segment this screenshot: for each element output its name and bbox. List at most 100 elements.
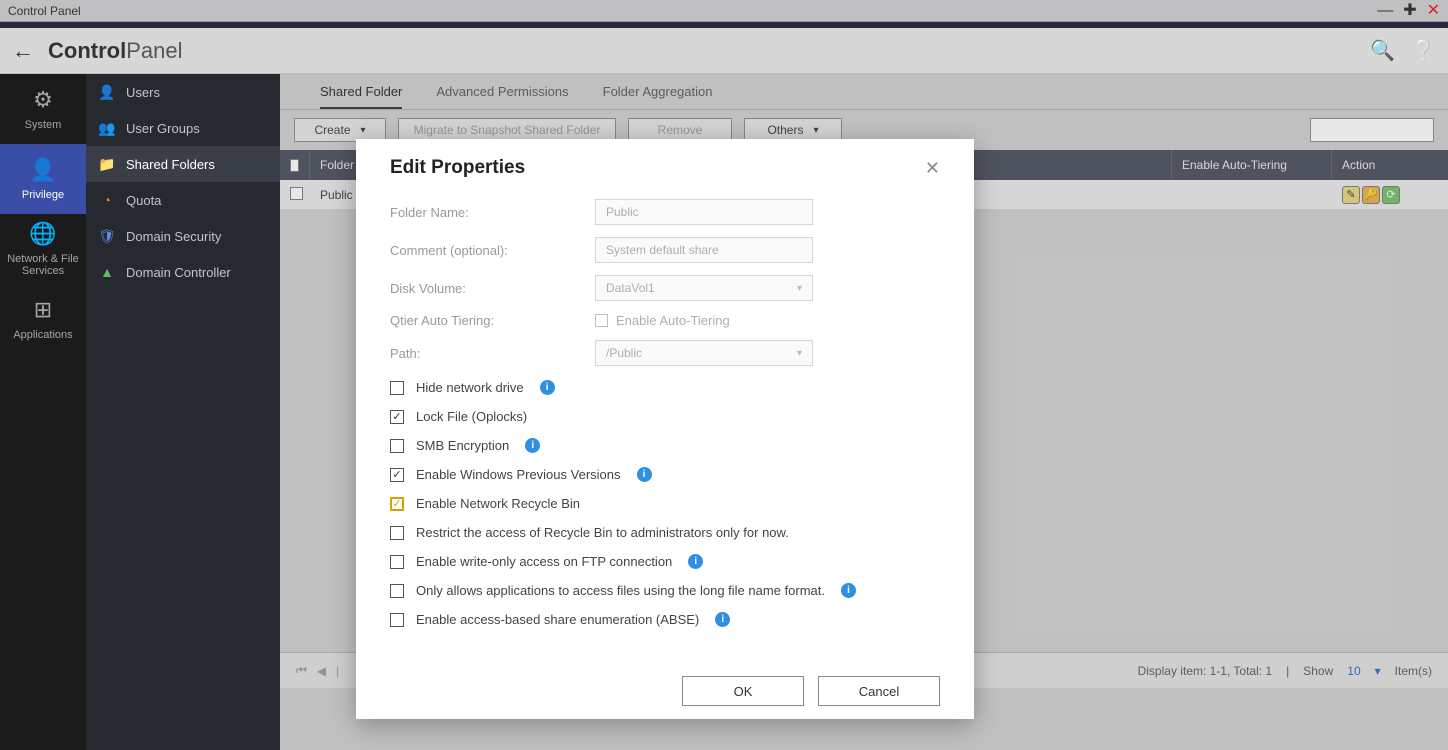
sidebar-item-quota[interactable]: ◔ Quota [86, 182, 280, 218]
option-label: Enable Network Recycle Bin [416, 496, 580, 511]
info-icon[interactable]: i [841, 583, 856, 598]
sidebar-item-domain-controller[interactable]: ▲ Domain Controller [86, 254, 280, 290]
info-icon[interactable]: i [715, 612, 730, 627]
checkbox[interactable] [390, 555, 404, 569]
footer-right: Display item: 1-1, Total: 1 | Show 10 ▾ … [1138, 664, 1432, 678]
sidebar-item-user-groups[interactable]: 👥 User Groups [86, 110, 280, 146]
th-checkbox[interactable] [280, 150, 310, 180]
checkbox[interactable] [390, 381, 404, 395]
row-actions: ✎ 🔑 ⟳ [1332, 186, 1448, 204]
option-row[interactable]: Hide network drive i [390, 380, 940, 395]
option-row[interactable]: Lock File (Oplocks) [390, 409, 940, 424]
maximize-icon[interactable]: ✚ [1403, 3, 1416, 19]
gear-icon: ⚙ [33, 87, 53, 113]
option-row[interactable]: Enable access-based share enumeration (A… [390, 612, 940, 627]
option-row[interactable]: Enable Network Recycle Bin [390, 496, 940, 511]
search-icon[interactable]: 🔍 [1370, 38, 1395, 63]
app-header: ← ControlPanel 🔍 ❔ [0, 28, 1448, 74]
header-right: 🔍 ❔ [1370, 38, 1436, 63]
edit-icon[interactable]: ✎ [1342, 186, 1360, 204]
app-title-bold: Control [48, 38, 126, 63]
rail-privilege[interactable]: 👤 Privilege [0, 144, 86, 214]
checkbox[interactable] [390, 613, 404, 627]
app-title-light: Panel [126, 38, 182, 63]
globe-icon: 🌐 [29, 221, 56, 247]
close-icon[interactable]: ✕ [925, 158, 940, 179]
sidebar-item-shared-folders[interactable]: 📁 Shared Folders [86, 146, 280, 182]
option-row[interactable]: Only allows applications to access files… [390, 583, 940, 598]
checkbox[interactable] [595, 314, 608, 327]
items-label: Item(s) [1395, 664, 1432, 678]
prev-page-icon[interactable]: ◀ [317, 664, 326, 678]
permissions-icon[interactable]: 🔑 [1362, 186, 1380, 204]
qtier-checkbox-row[interactable]: Enable Auto-Tiering [595, 313, 730, 328]
ok-button[interactable]: OK [682, 676, 804, 706]
sidebar-item-domain-security[interactable]: 🛡 Domain Security [86, 218, 280, 254]
window-title: Control Panel [8, 4, 81, 18]
help-icon[interactable]: ❔ [1411, 38, 1436, 63]
back-arrow-icon[interactable]: ← [12, 38, 34, 64]
tab-advanced-permissions[interactable]: Advanced Permissions [436, 84, 568, 109]
search-input[interactable] [1311, 123, 1448, 137]
display-count: Display item: 1-1, Total: 1 [1138, 664, 1273, 678]
option-label: Hide network drive [416, 380, 524, 395]
rail-label: System [25, 119, 62, 131]
rail-applications[interactable]: ⊞ Applications [0, 284, 86, 354]
sidebar-item-users[interactable]: 👤 Users [86, 74, 280, 110]
option-row[interactable]: Enable write-only access on FTP connecti… [390, 554, 940, 569]
option-row[interactable]: Enable Windows Previous Versionsi [390, 467, 940, 482]
info-icon[interactable]: i [637, 467, 652, 482]
th-action: Action [1332, 150, 1448, 180]
qtier-label: Qtier Auto Tiering: [390, 313, 595, 328]
checkbox[interactable] [290, 159, 299, 172]
folder-name-label: Folder Name: [390, 205, 595, 220]
option-row[interactable]: SMB Encryptioni [390, 438, 940, 453]
sidebar-item-label: Quota [126, 193, 161, 208]
pager: ⏮ ◀ | [296, 663, 339, 678]
option-label: Only allows applications to access files… [416, 583, 825, 598]
option-label: Lock File (Oplocks) [416, 409, 527, 424]
minimize-icon[interactable]: — [1377, 3, 1393, 19]
window-titlebar: Control Panel — ✚ ✕ [0, 0, 1448, 22]
comment-input[interactable]: System default share [595, 237, 813, 263]
tower-icon: ▲ [98, 263, 116, 281]
rail-label: Applications [13, 329, 72, 341]
checkbox[interactable] [390, 410, 404, 424]
checkbox[interactable] [390, 497, 404, 511]
first-page-icon[interactable]: ⏮ [296, 663, 307, 678]
info-icon[interactable]: i [688, 554, 703, 569]
sidebar: 👤 Users 👥 User Groups 📁 Shared Folders ◔… [86, 74, 280, 750]
modal-title: Edit Properties [390, 157, 525, 179]
tab-folder-aggregation[interactable]: Folder Aggregation [603, 84, 713, 109]
info-icon[interactable]: i [525, 438, 540, 453]
tab-shared-folder[interactable]: Shared Folder [320, 84, 402, 109]
folder-icon: 📁 [98, 155, 116, 173]
checkbox[interactable] [390, 526, 404, 540]
disk-volume-select[interactable]: DataVol1 [595, 275, 813, 301]
close-icon[interactable]: ✕ [1427, 3, 1440, 19]
folder-name-input[interactable]: Public [595, 199, 813, 225]
option-row[interactable]: Restrict the access of Recycle Bin to ad… [390, 525, 940, 540]
window-controls: — ✚ ✕ [1377, 3, 1440, 19]
sidebar-item-label: Domain Security [126, 229, 221, 244]
rail-system[interactable]: ⚙ System [0, 74, 86, 144]
row-checkbox[interactable] [280, 187, 310, 203]
pager-divider: | [336, 664, 339, 678]
refresh-icon[interactable]: ⟳ [1382, 186, 1400, 204]
checkbox[interactable] [390, 439, 404, 453]
path-select[interactable]: /Public [595, 340, 813, 366]
qtier-chk-label: Enable Auto-Tiering [616, 313, 730, 328]
pie-icon: ◔ [98, 191, 116, 209]
checkbox[interactable] [290, 187, 303, 200]
chevron-down-icon[interactable]: ▾ [1375, 664, 1381, 678]
checkbox[interactable] [390, 468, 404, 482]
rail-label: Privilege [22, 189, 64, 201]
th-auto-tiering[interactable]: Enable Auto-Tiering [1172, 150, 1332, 180]
cancel-button[interactable]: Cancel [818, 676, 940, 706]
rail-network[interactable]: 🌐 Network & File Services [0, 214, 86, 284]
show-value[interactable]: 10 [1347, 664, 1360, 678]
checkbox[interactable] [390, 584, 404, 598]
info-icon[interactable]: i [540, 380, 555, 395]
option-label: Enable write-only access on FTP connecti… [416, 554, 672, 569]
search-box[interactable]: 🔍 [1310, 118, 1434, 142]
